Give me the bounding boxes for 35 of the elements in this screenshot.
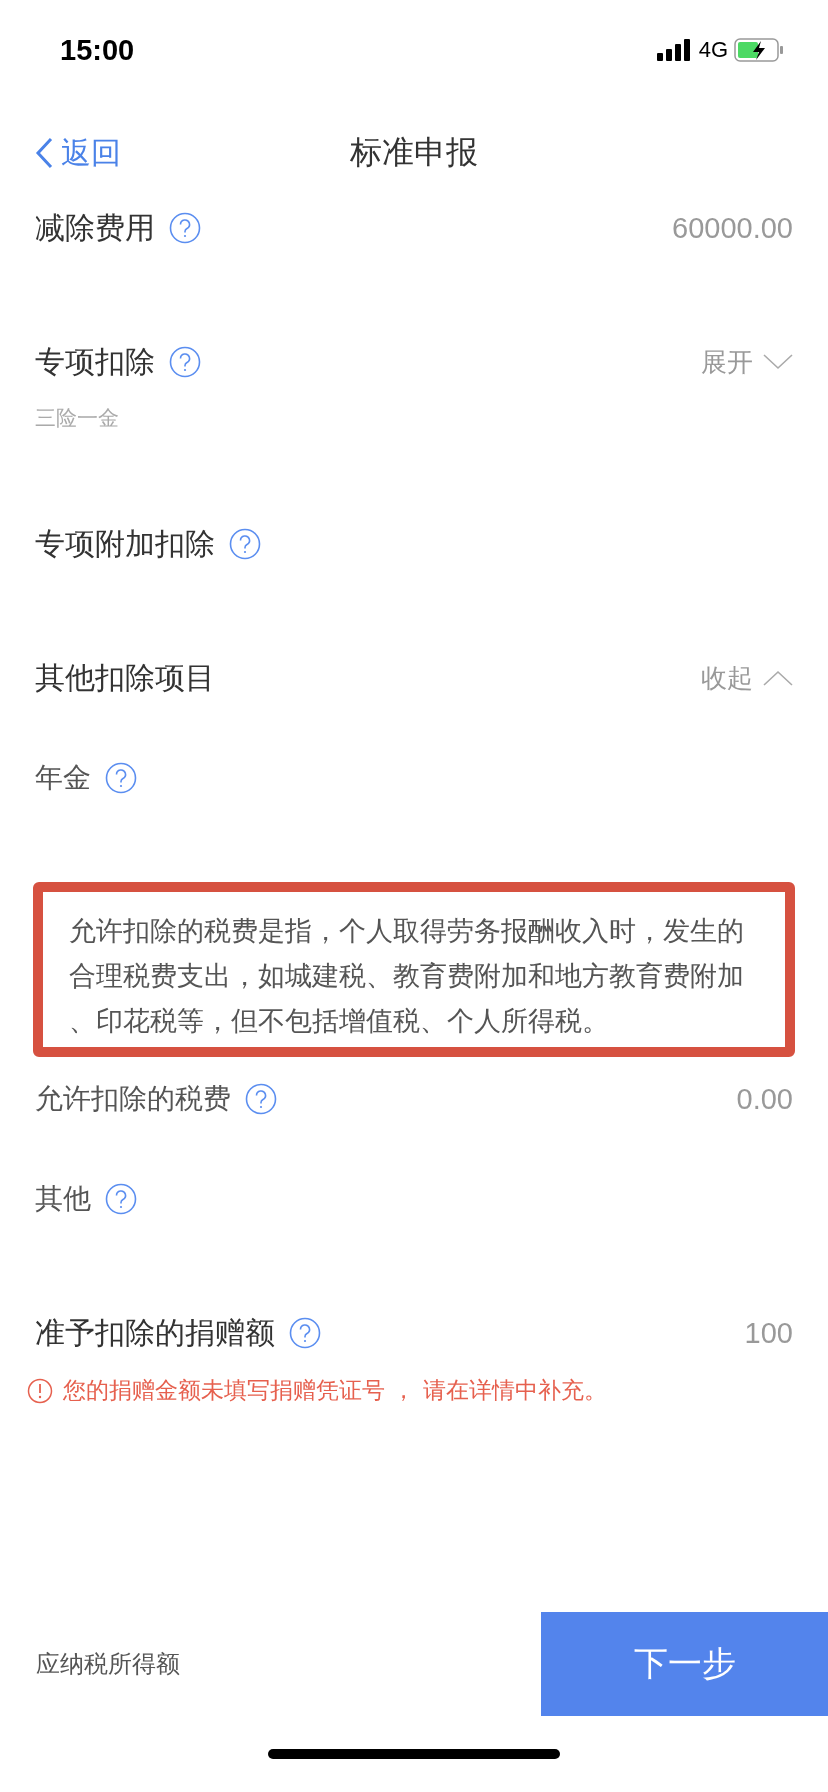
- row-value: 100: [744, 1316, 793, 1350]
- warning-message: 您的捐赠金额未填写捐赠凭证号 ， 请在详情中补充。: [63, 1376, 607, 1405]
- chevron-down-icon: [763, 354, 793, 370]
- help-icon[interactable]: [105, 762, 137, 794]
- back-button[interactable]: 返回: [35, 132, 121, 174]
- help-icon[interactable]: [229, 528, 261, 560]
- page-title: 标准申报: [350, 132, 478, 173]
- signal-icon: [656, 39, 693, 61]
- help-icon[interactable]: [289, 1317, 321, 1349]
- row-label: 允许扣除的税费: [35, 1081, 231, 1117]
- row-label: 准予扣除的捐赠额: [35, 1313, 275, 1352]
- tooltip-callout: 允许扣除的税费是指，个人取得劳务报酬收入时，发生的合理税费支出，如城建税、教育费附加和地方教育费附加、印花税等，但不包括增值税、个人所得税。: [33, 882, 795, 1057]
- taxable-income-label: 应纳税所得额: [36, 1649, 180, 1680]
- status-time: 15:00: [60, 33, 135, 67]
- row-label: 减除费用: [35, 208, 155, 247]
- row-label: 年金: [35, 760, 91, 796]
- battery-charging-icon: [734, 38, 784, 62]
- help-icon[interactable]: [169, 212, 201, 244]
- row-value: 60000.00: [672, 211, 793, 245]
- warning-icon: [27, 1377, 53, 1404]
- collapse-link[interactable]: 收起: [701, 660, 793, 696]
- row-label: 专项附加扣除: [35, 524, 215, 563]
- row-label: 专项扣除: [35, 342, 155, 381]
- help-icon[interactable]: [169, 346, 201, 378]
- row-value: 0.00: [736, 1082, 793, 1116]
- expand-link[interactable]: 展开: [701, 344, 793, 380]
- next-button[interactable]: 下一步: [541, 1612, 828, 1716]
- row-subtitle: 三险一金: [35, 405, 120, 432]
- chevron-up-icon: [763, 670, 793, 686]
- network-label: 4G: [698, 37, 728, 63]
- help-icon[interactable]: [245, 1083, 277, 1115]
- back-chevron-icon: [35, 137, 53, 169]
- row-label: 其他扣除项目: [35, 658, 215, 697]
- row-label: 其他: [35, 1181, 91, 1217]
- help-icon[interactable]: [105, 1183, 137, 1215]
